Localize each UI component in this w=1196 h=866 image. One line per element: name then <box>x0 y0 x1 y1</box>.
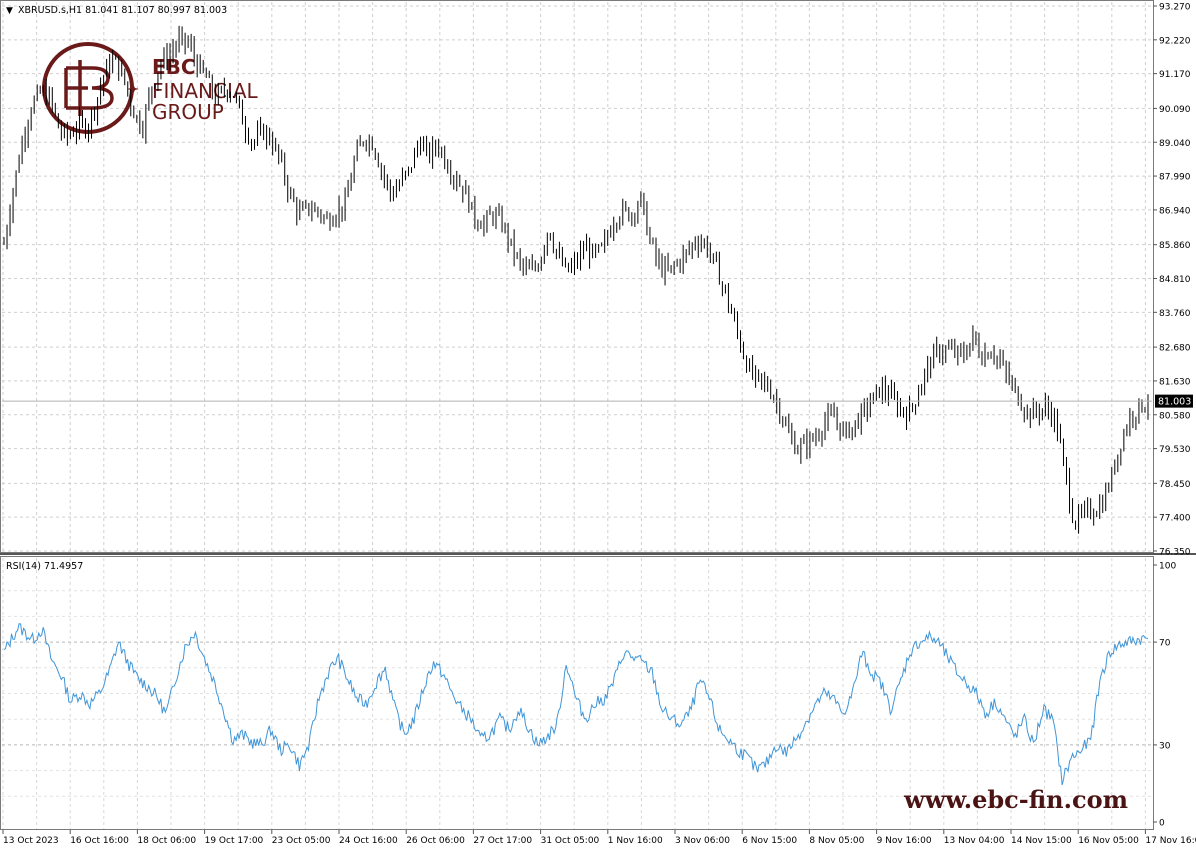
current-price-tag: 81.003 <box>1155 394 1193 408</box>
time-tick-label: 23 Oct 05:00 <box>272 836 331 846</box>
price-tick-label: 83.760 <box>1159 309 1191 319</box>
price-tick-label: 78.450 <box>1159 480 1191 490</box>
time-tick-label: 19 Oct 17:00 <box>205 836 264 846</box>
price-tick-label: 84.810 <box>1159 275 1191 285</box>
time-tick-label: 8 Nov 05:00 <box>809 836 864 846</box>
time-tick-label: 17 Nov 16:00 <box>1145 836 1196 846</box>
price-tick-label: 81.630 <box>1159 377 1191 387</box>
time-tick-label: 16 Oct 16:00 <box>70 836 129 846</box>
watermark-url: www.ebc-fin.com <box>903 785 1128 814</box>
price-tick-label: 87.990 <box>1159 173 1191 183</box>
time-tick-label: 3 Nov 06:00 <box>675 836 730 846</box>
time-tick-label: 26 Oct 06:00 <box>406 836 465 846</box>
price-tick-label: 76.350 <box>1159 548 1191 558</box>
time-tick-label: 1 Nov 16:00 <box>608 836 663 846</box>
price-tick-label: 92.220 <box>1159 36 1191 46</box>
rsi-tick-label: 0 <box>1159 819 1165 829</box>
time-tick-label: 18 Oct 06:00 <box>137 836 196 846</box>
price-tick-label: 79.530 <box>1159 445 1191 455</box>
time-tick-label: 14 Nov 15:00 <box>1011 836 1072 846</box>
time-tick-label: 6 Nov 15:00 <box>742 836 797 846</box>
price-tick-label: 91.170 <box>1159 70 1191 80</box>
current-price-label: 81.003 <box>1158 397 1191 408</box>
time-tick-label: 13 Oct 2023 <box>3 836 59 846</box>
price-tick-label: 90.090 <box>1159 105 1191 115</box>
chart-window: EBC FINANCIAL GROUP ▼ XBRUSD.s,H1 81.041… <box>0 0 1196 862</box>
rsi-tick-label: 100 <box>1159 562 1176 572</box>
price-tick-label: 82.680 <box>1159 344 1191 354</box>
time-tick-label: 24 Oct 16:00 <box>339 836 398 846</box>
collapse-triangle-icon[interactable]: ▼ <box>6 6 13 16</box>
time-tick-label: 31 Oct 05:00 <box>541 836 600 846</box>
price-and-rsi-chart[interactable]: EBC FINANCIAL GROUP ▼ XBRUSD.s,H1 81.041… <box>0 0 1196 862</box>
price-tick-label: 85.860 <box>1159 241 1191 251</box>
time-tick-label: 27 Oct 17:00 <box>473 836 532 846</box>
rsi-tick-label: 70 <box>1159 639 1171 649</box>
price-tick-label: 93.270 <box>1159 3 1191 13</box>
price-tick-label: 77.400 <box>1159 514 1191 524</box>
symbol-header: XBRUSD.s,H1 81.041 81.107 80.997 81.003 <box>18 5 227 16</box>
price-tick-label: 80.580 <box>1159 411 1191 421</box>
time-tick-label: 16 Nov 05:00 <box>1078 836 1139 846</box>
rsi-header: RSI(14) 71.4957 <box>6 561 83 572</box>
price-tick-label: 86.940 <box>1159 206 1191 216</box>
logo-line1: EBC <box>152 55 196 79</box>
time-tick-label: 13 Nov 04:00 <box>944 836 1005 846</box>
time-tick-label: 9 Nov 16:00 <box>877 836 932 846</box>
logo-line3: GROUP <box>152 100 224 124</box>
price-tick-label: 89.040 <box>1159 139 1191 149</box>
rsi-tick-label: 30 <box>1159 741 1171 751</box>
